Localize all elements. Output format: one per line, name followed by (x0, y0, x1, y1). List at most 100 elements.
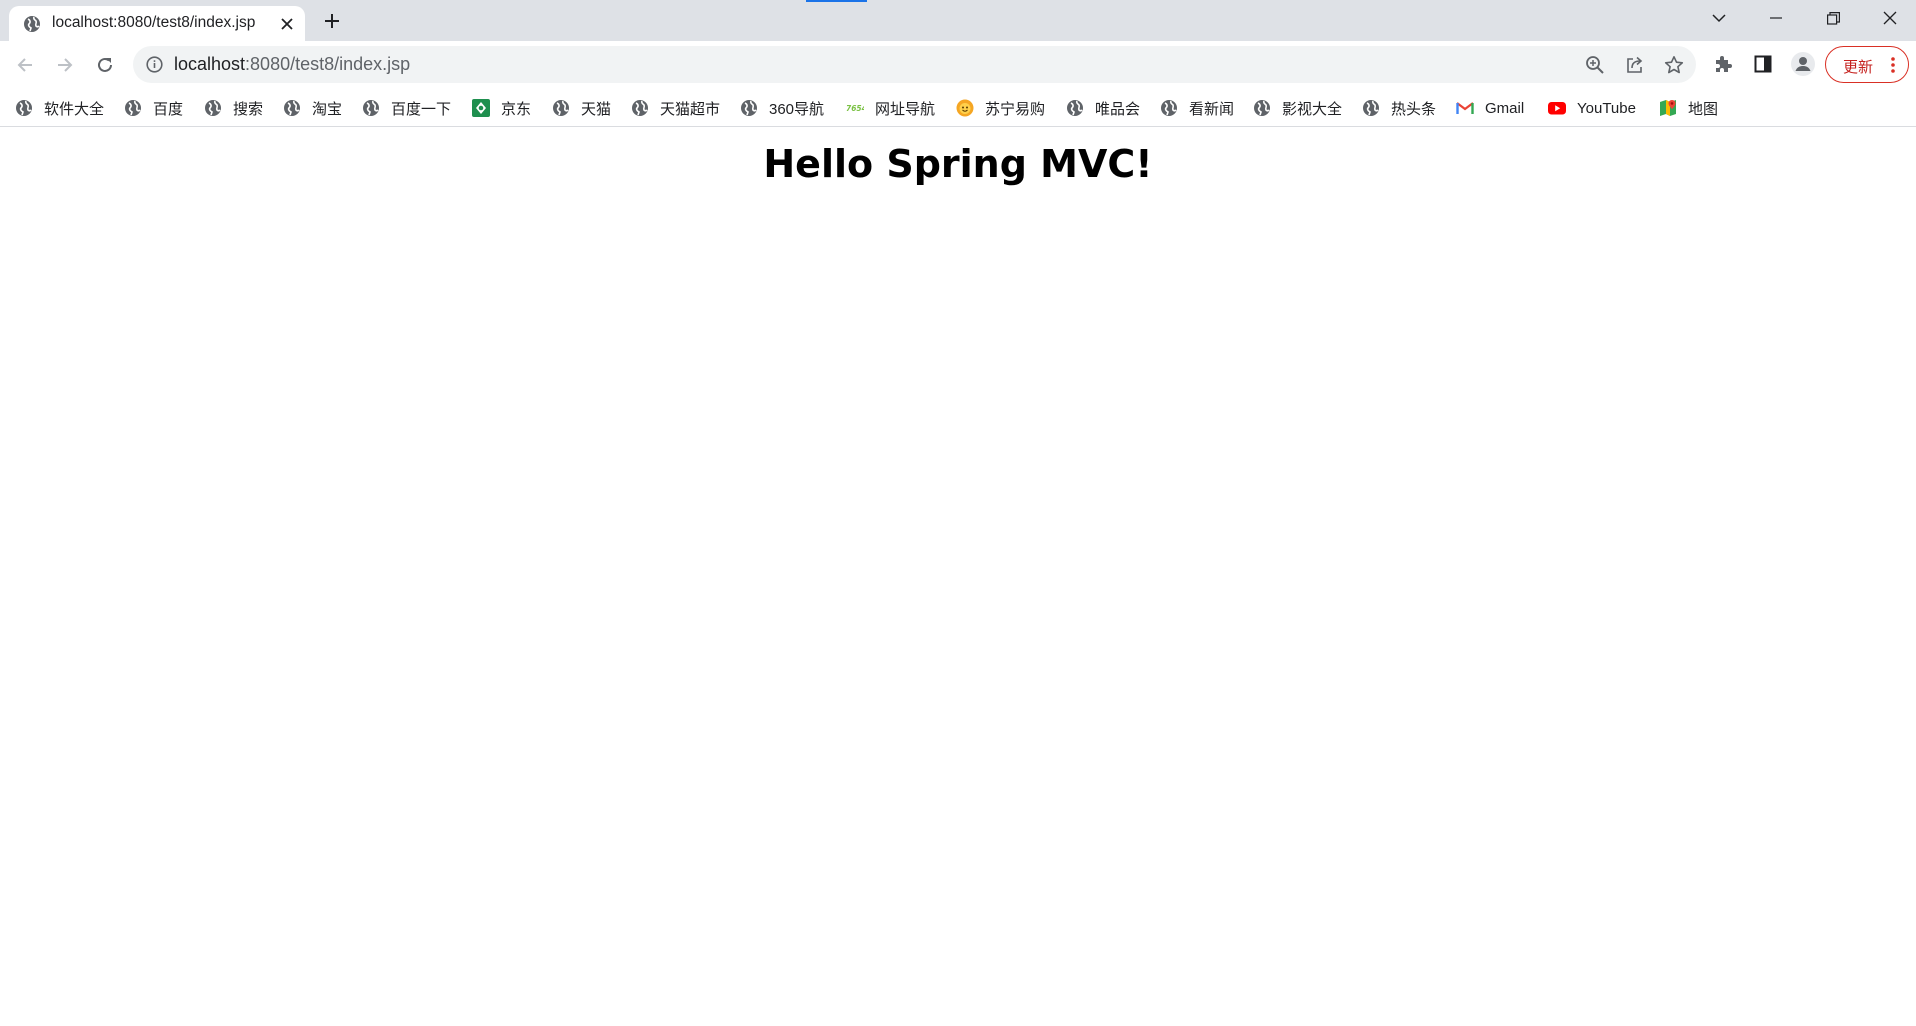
globe-icon (1067, 100, 1083, 116)
bookmark-label: 影视大全 (1282, 100, 1343, 118)
bookmark-label: 地图 (1688, 100, 1719, 118)
7654-icon: 7654 (846, 104, 864, 113)
close-window-button[interactable] (1870, 4, 1910, 32)
maps-icon (1660, 100, 1676, 116)
url-host: localhost (174, 54, 246, 74)
globe-icon (632, 100, 648, 116)
address-bar[interactable]: localhost:8080/test8/index.jsp (133, 46, 1696, 83)
loading-indicator (806, 0, 867, 2)
globe-icon (284, 100, 300, 116)
bookmark-label: 百度一下 (391, 100, 452, 118)
tab-title: localhost:8080/test8/index.jsp (52, 14, 256, 31)
youtube-icon (1548, 102, 1566, 115)
bookmark-label: 天猫超市 (660, 100, 721, 118)
extensions-button[interactable] (1711, 52, 1735, 76)
arrow-left-icon (17, 58, 32, 72)
bookmark-label: Gmail (1485, 99, 1525, 117)
bookmark-item[interactable]: 搜索 (204, 95, 263, 121)
globe-icon (1161, 100, 1177, 116)
bookmark-item[interactable]: 百度 (124, 95, 183, 121)
minimize-button[interactable] (1756, 4, 1796, 32)
tab-strip: localhost:8080/test8/index.jsp (0, 0, 1916, 41)
bookmark-item[interactable]: 360导航 (740, 95, 824, 121)
suning-icon (956, 99, 974, 117)
bookmark-item[interactable]: 7654 网址导航 (846, 95, 935, 121)
bookmark-label: 360导航 (769, 100, 825, 118)
puzzle-icon (1716, 56, 1732, 72)
svg-text:7654: 7654 (846, 104, 864, 113)
page-heading: Hello Spring MVC! (763, 142, 1153, 186)
zoom-button[interactable] (1584, 54, 1606, 76)
share-icon (1627, 56, 1643, 73)
update-button[interactable]: 更新 (1825, 46, 1909, 83)
url-text[interactable]: localhost:8080/test8/index.jsp (174, 54, 410, 75)
close-tab-button[interactable] (277, 14, 297, 34)
bookmark-label: 看新闻 (1189, 100, 1235, 118)
globe-icon (741, 100, 757, 116)
close-icon (281, 18, 293, 30)
star-icon (1664, 56, 1684, 74)
bookmark-item[interactable]: 淘宝 (283, 95, 342, 121)
side-panel-button[interactable] (1751, 52, 1775, 76)
bookmark-item[interactable]: 软件大全 (15, 95, 104, 121)
share-button[interactable] (1624, 54, 1646, 76)
restore-icon (1826, 11, 1840, 25)
bookmark-label: 软件大全 (44, 100, 105, 118)
bookmark-item[interactable]: 热头条 (1362, 95, 1436, 121)
bookmark-star-button[interactable] (1663, 54, 1685, 76)
bookmark-label: 淘宝 (312, 100, 343, 118)
bookmark-item[interactable]: YouTube (1548, 95, 1636, 121)
bookmark-item[interactable]: 看新闻 (1160, 95, 1234, 121)
tab-active[interactable]: localhost:8080/test8/index.jsp (9, 6, 305, 41)
page-content: Hello Spring MVC! (0, 128, 1916, 1026)
new-tab-button[interactable] (320, 9, 344, 33)
gmail-icon (1456, 102, 1474, 114)
profile-button[interactable] (1791, 52, 1815, 76)
reload-icon (98, 57, 112, 72)
bookmark-item[interactable]: 百度一下 (362, 95, 451, 121)
tab-search-button[interactable] (1699, 4, 1739, 32)
avatar-icon (1791, 52, 1815, 76)
update-label: 更新 (1843, 59, 1874, 76)
bookmark-label: 百度 (153, 100, 184, 118)
bookmark-item[interactable]: 唯品会 (1066, 95, 1140, 121)
restore-button[interactable] (1813, 4, 1853, 32)
globe-icon (16, 100, 32, 116)
jd-icon (472, 99, 490, 117)
bookmark-label: 天猫 (581, 100, 612, 118)
bookmark-item[interactable]: 京东 (472, 95, 531, 121)
bookmark-item[interactable]: 影视大全 (1253, 95, 1342, 121)
bookmark-item[interactable]: 苏宁易购 (956, 95, 1045, 121)
bookmark-label: 搜索 (233, 100, 264, 118)
bookmark-label: 京东 (501, 100, 532, 118)
zoom-icon (1586, 56, 1604, 74)
globe-icon (363, 100, 379, 116)
bookmark-item[interactable]: Gmail (1456, 95, 1524, 121)
bookmark-label: 网址导航 (875, 100, 936, 118)
bookmark-label: 唯品会 (1095, 100, 1141, 118)
bookmarks-bar: 软件大全 百度 搜索 淘宝 百度一下 京东 天猫 天猫超市 360导航 7654… (0, 88, 1916, 127)
bookmark-item[interactable]: 天猫 (552, 95, 611, 121)
url-path: :8080/test8/index.jsp (245, 54, 411, 74)
close-icon (1883, 11, 1897, 25)
minimize-icon (1770, 17, 1782, 19)
globe-icon (125, 100, 141, 116)
chevron-down-icon (1712, 14, 1726, 23)
bookmark-item[interactable]: 天猫超市 (631, 95, 720, 121)
toolbar: localhost:8080/test8/index.jsp 更新 (0, 41, 1916, 88)
arrow-right-icon (58, 58, 73, 72)
bookmark-label: YouTube (1577, 99, 1636, 117)
forward-button[interactable] (51, 51, 79, 79)
globe-icon (24, 16, 40, 32)
back-button[interactable] (11, 51, 39, 79)
globe-icon (1363, 100, 1379, 116)
globe-icon (553, 100, 569, 116)
side-panel-icon (1754, 55, 1772, 73)
info-icon[interactable] (146, 56, 163, 73)
bookmark-item[interactable]: 地图 (1659, 95, 1718, 121)
plus-icon (325, 14, 339, 28)
more-vert-icon (1891, 57, 1895, 73)
reload-button[interactable] (91, 51, 119, 79)
bookmark-label: 热头条 (1391, 100, 1437, 118)
globe-icon (205, 100, 221, 116)
